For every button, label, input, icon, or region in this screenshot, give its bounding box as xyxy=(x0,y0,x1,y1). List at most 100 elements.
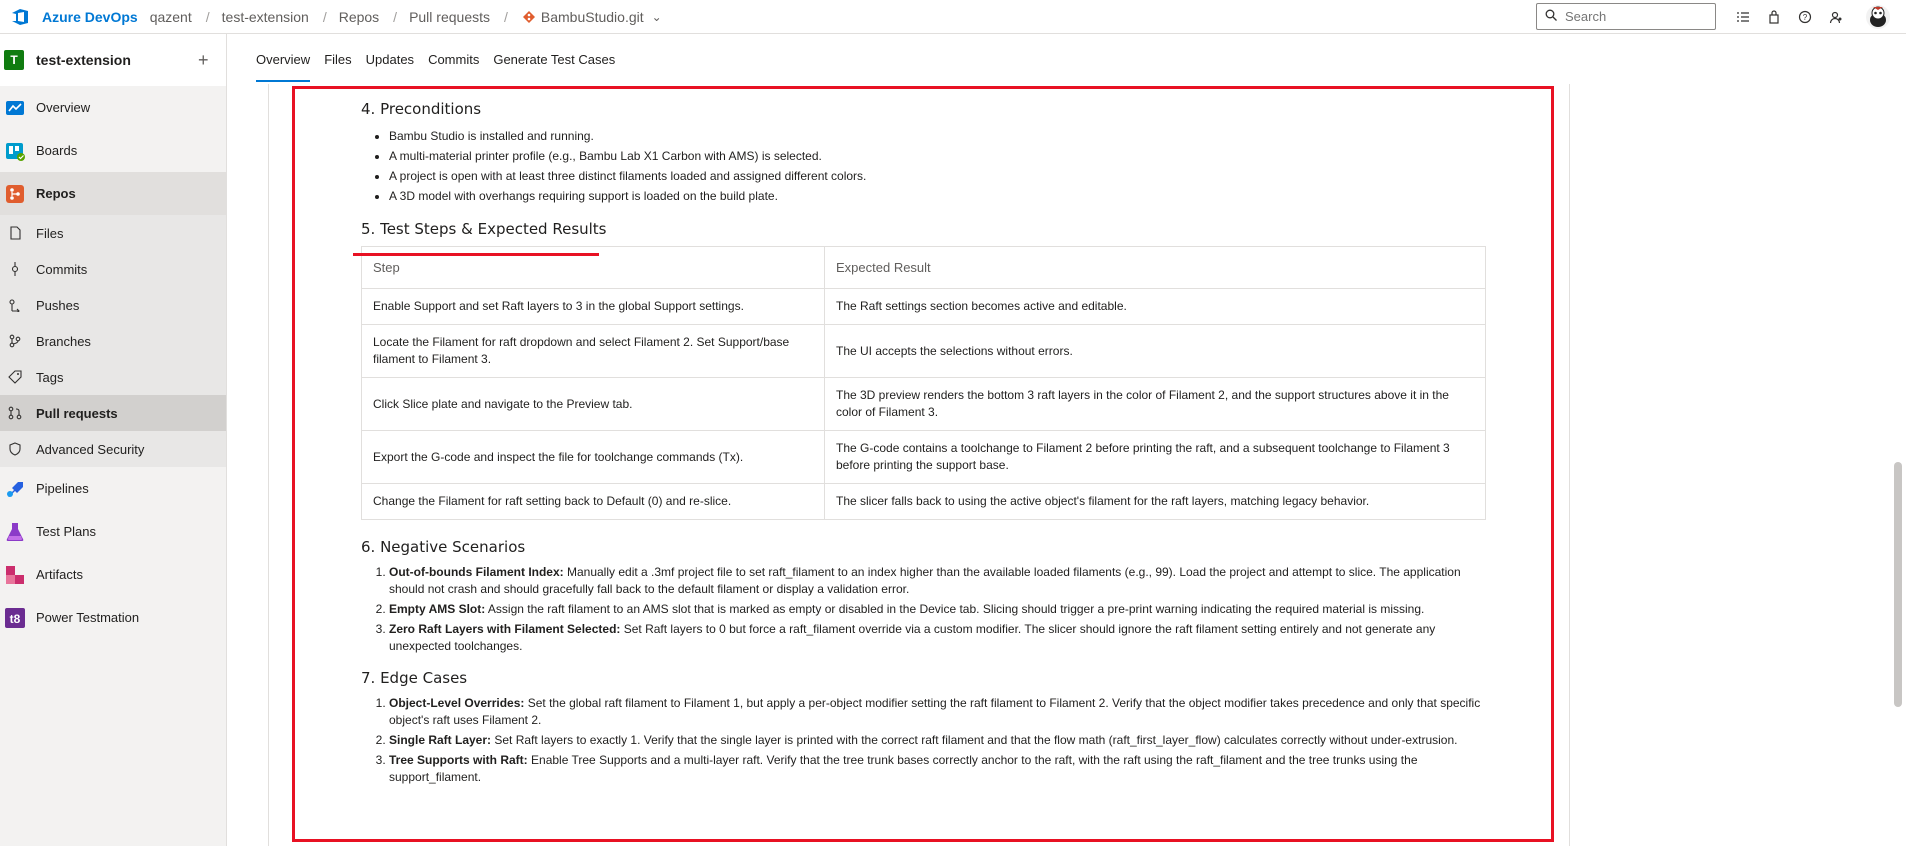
step-cell: Export the G-code and inspect the file f… xyxy=(361,430,825,484)
breadcrumb-separator: / xyxy=(322,8,327,25)
chevron-down-icon: ⌄ xyxy=(651,9,662,24)
search-icon xyxy=(1545,9,1557,24)
sidebar-item-label: Power Testmation xyxy=(36,610,140,625)
project-header[interactable]: T test-extension + xyxy=(0,34,226,86)
sidebar-item-pipelines[interactable]: Pipelines xyxy=(0,467,226,510)
table-row: Enable Support and set Raft layers to 3 … xyxy=(361,288,1486,325)
sidebar-item-pull-requests[interactable]: Pull requests xyxy=(0,395,226,431)
expected-cell: The 3D preview renders the bottom 3 raft… xyxy=(824,377,1486,431)
negative-scenarios-list: Out-of-bounds Filament Index: Manually e… xyxy=(361,564,1489,655)
overview-icon xyxy=(4,97,26,119)
task-list-icon[interactable] xyxy=(1734,8,1752,26)
file-icon xyxy=(8,226,22,240)
help-icon[interactable]: ? xyxy=(1796,8,1814,26)
sidebar-item-label: Test Plans xyxy=(36,524,96,539)
list-item: A multi-material printer profile (e.g., … xyxy=(389,146,1489,166)
boards-icon xyxy=(4,140,26,162)
preconditions-section: 4. Preconditions Bambu Studio is install… xyxy=(361,100,1489,206)
breadcrumb-separator: / xyxy=(504,8,508,25)
sidebar-item-label: Pipelines xyxy=(36,481,89,496)
expected-cell: The Raft settings section becomes active… xyxy=(824,288,1486,325)
svg-text:?: ? xyxy=(1803,13,1808,22)
sidebar-item-overview[interactable]: Overview xyxy=(0,86,226,129)
project-badge: T xyxy=(4,50,24,70)
list-item: Zero Raft Layers with Filament Selected:… xyxy=(389,621,1489,655)
add-icon[interactable]: + xyxy=(198,50,209,71)
azure-devops-logo-icon[interactable] xyxy=(8,5,32,29)
list-item: Empty AMS Slot: Assign the raft filament… xyxy=(389,601,1489,618)
sidebar-item-artifacts[interactable]: Artifacts xyxy=(0,553,226,596)
sidebar-item-files[interactable]: Files xyxy=(0,215,226,251)
sidebar-item-power-testmation[interactable]: t8 Power Testmation xyxy=(0,596,226,639)
breadcrumb-pull-requests[interactable]: Pull requests xyxy=(409,9,490,25)
preconditions-list: Bambu Studio is installed and running. A… xyxy=(361,126,1489,206)
edge-cases-list: Object-Level Overrides: Set the global r… xyxy=(361,695,1489,786)
tag-icon xyxy=(8,370,22,384)
breadcrumb-repos[interactable]: Repos xyxy=(339,9,379,25)
tab-updates[interactable]: Updates xyxy=(366,50,414,82)
table-row: Export the G-code and inspect the file f… xyxy=(361,430,1486,484)
step-cell: Enable Support and set Raft layers to 3 … xyxy=(361,288,825,325)
sidebar-item-label: Commits xyxy=(36,261,88,277)
shopping-bag-icon[interactable] xyxy=(1765,8,1783,26)
step-cell: Locate the Filament for raft dropdown an… xyxy=(361,324,825,378)
repos-icon xyxy=(4,183,26,205)
search-input[interactable] xyxy=(1565,9,1705,24)
negative-scenarios-section: 6. Negative Scenarios Out-of-bounds Fila… xyxy=(361,538,1489,655)
list-item: Single Raft Layer: Set Raft layers to ex… xyxy=(389,732,1489,749)
step-cell: Click Slice plate and navigate to the Pr… xyxy=(361,377,825,431)
project-name: test-extension xyxy=(36,52,131,68)
sidebar-item-label: Tags xyxy=(36,369,64,385)
tab-commits[interactable]: Commits xyxy=(428,50,479,82)
sidebar-item-label: Pushes xyxy=(36,297,80,313)
section-heading: 6. Negative Scenarios xyxy=(361,538,526,556)
sidebar-item-label: Pull requests xyxy=(36,405,118,421)
sidebar-item-tags[interactable]: Tags xyxy=(0,359,226,395)
repo-name: BambuStudio.git xyxy=(540,8,644,25)
repo-selector[interactable]: BambuStudio.git ⌄ xyxy=(522,9,662,25)
list-item: Tree Supports with Raft: Enable Tree Sup… xyxy=(389,752,1489,786)
avatar[interactable] xyxy=(1864,3,1892,31)
scrollbar-thumb[interactable] xyxy=(1894,462,1902,707)
tab-files[interactable]: Files xyxy=(324,50,351,82)
user-settings-icon[interactable] xyxy=(1827,8,1845,26)
expected-cell: The slicer falls back to using the activ… xyxy=(824,483,1486,520)
branch-icon xyxy=(8,334,22,348)
pr-description: 4. Preconditions Bambu Studio is install… xyxy=(361,100,1489,800)
table-row: Change the Filament for raft setting bac… xyxy=(361,483,1486,520)
section-heading: 5. Test Steps & Expected Results xyxy=(361,220,607,238)
sidebar-item-label: Artifacts xyxy=(36,567,83,582)
sidebar-item-boards[interactable]: Boards xyxy=(0,129,226,172)
expected-cell: The UI accepts the selections without er… xyxy=(824,324,1486,378)
pull-request-icon xyxy=(8,406,22,420)
search-box[interactable] xyxy=(1536,3,1716,30)
breadcrumb-org[interactable]: qazent xyxy=(150,9,192,25)
sidebar-item-repos[interactable]: Repos xyxy=(0,172,226,215)
shield-icon xyxy=(8,442,22,456)
power-testmation-icon: t8 xyxy=(4,607,26,629)
breadcrumb-separator: / xyxy=(205,8,210,25)
sidebar-item-pushes[interactable]: Pushes xyxy=(0,287,226,323)
sidebar-item-test-plans[interactable]: Test Plans xyxy=(0,510,226,553)
sidebar-item-branches[interactable]: Branches xyxy=(0,323,226,359)
artifacts-icon xyxy=(4,564,26,586)
sidebar-item-label: Advanced Security xyxy=(36,441,145,457)
edge-cases-section: 7. Edge Cases Object-Level Overrides: Se… xyxy=(361,669,1489,786)
pr-tabs: Overview Files Updates Commits Generate … xyxy=(256,50,629,82)
list-item: Out-of-bounds Filament Index: Manually e… xyxy=(389,564,1489,598)
sidebar-item-label: Overview xyxy=(36,100,91,115)
test-steps-table: Step Expected Result Enable Support and … xyxy=(361,246,1486,520)
sidebar-item-commits[interactable]: Commits xyxy=(0,251,226,287)
test-steps-section: 5. Test Steps & Expected Results Step Ex… xyxy=(361,220,1489,520)
svg-text:t8: t8 xyxy=(10,612,21,626)
step-cell: Change the Filament for raft setting bac… xyxy=(361,483,825,520)
sidebar-item-advanced-security[interactable]: Advanced Security xyxy=(0,431,226,467)
breadcrumb-project[interactable]: test-extension xyxy=(222,9,309,25)
list-item: A 3D model with overhangs requiring supp… xyxy=(389,186,1489,206)
top-bar: Azure DevOps qazent / test-extension / R… xyxy=(0,0,1906,34)
tab-overview[interactable]: Overview xyxy=(256,50,311,82)
list-item: A project is open with at least three di… xyxy=(389,166,1489,186)
tab-generate-test-cases[interactable]: Generate Test Cases xyxy=(493,50,615,82)
sidebar-item-label: Files xyxy=(36,225,64,241)
brand-link[interactable]: Azure DevOps xyxy=(42,9,138,25)
